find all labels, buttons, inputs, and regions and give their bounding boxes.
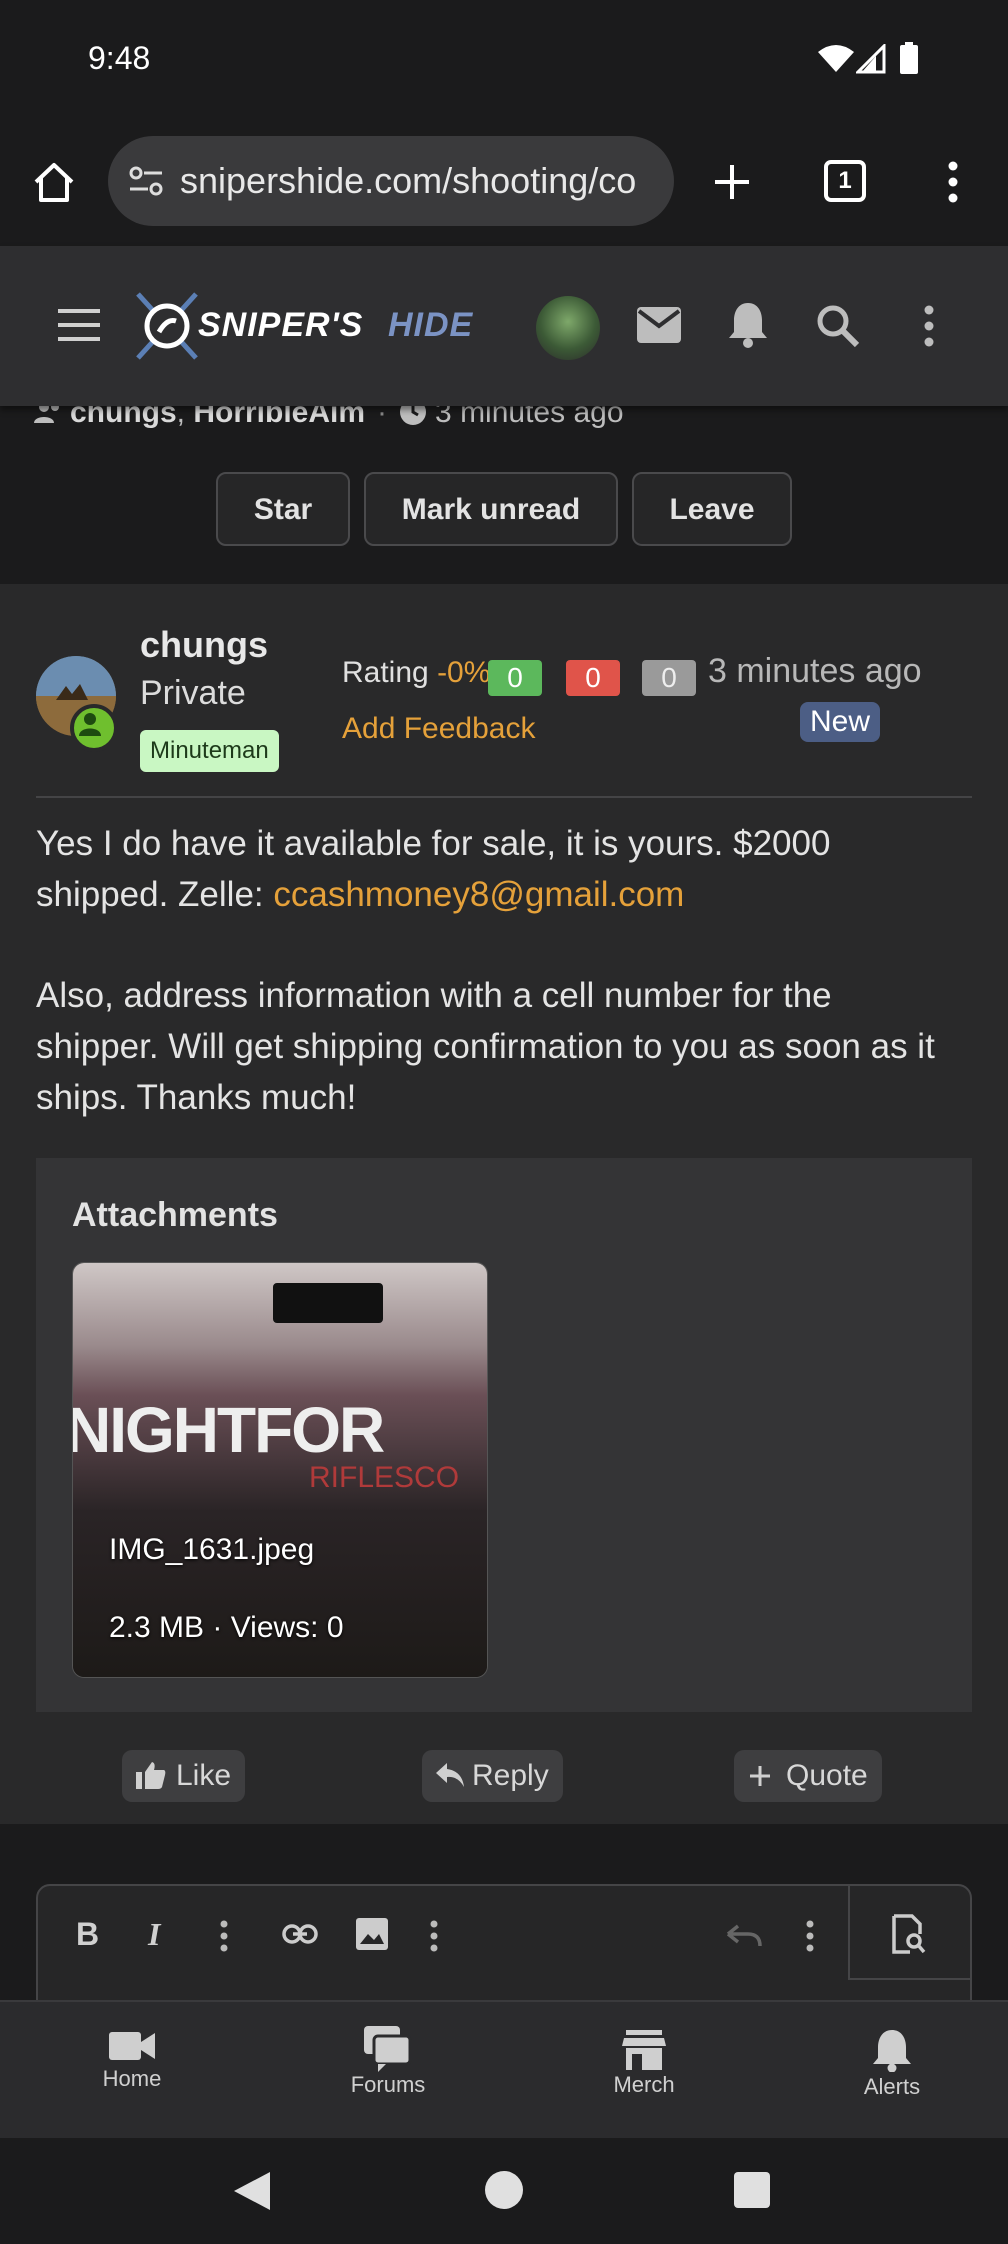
nav-merch[interactable]: Merch xyxy=(554,2002,734,2138)
thumbnail-brand-text: NIGHTFOR xyxy=(72,1394,385,1466)
hamburger-menu-icon[interactable] xyxy=(58,308,100,342)
leave-button[interactable]: Leave xyxy=(632,472,792,546)
new-badge: New xyxy=(800,702,881,742)
rating-negative: 0 xyxy=(566,660,620,696)
post-body-line: Also, address information with a cell nu… xyxy=(36,976,832,1015)
attachment-meta: 2.3 MB · Views: 0 xyxy=(109,1611,344,1644)
link-icon[interactable] xyxy=(282,1922,318,1946)
italic-icon[interactable]: I xyxy=(148,1916,160,1953)
recents-icon[interactable] xyxy=(734,2172,770,2208)
bold-icon[interactable]: B xyxy=(76,1916,99,1953)
image-icon[interactable] xyxy=(356,1918,388,1950)
new-tab-icon[interactable] xyxy=(712,162,752,202)
user-avatar[interactable] xyxy=(536,296,600,360)
rating-neutral: 0 xyxy=(642,660,696,696)
nav-forums-label: Forums xyxy=(350,2072,426,2097)
rating: Rating -0% xyxy=(342,656,490,690)
email-link[interactable]: ccashmoney8@gmail.com xyxy=(273,875,684,914)
url-text[interactable]: snipershide.com/shooting/co xyxy=(180,160,660,202)
reply-button[interactable]: Reply xyxy=(422,1750,563,1802)
status-time: 9:48 xyxy=(88,40,151,76)
like-button[interactable]: Like xyxy=(122,1750,246,1802)
mark-unread-button[interactable]: Mark unread xyxy=(364,472,618,546)
bottom-navigation: Home Forums Merch Alerts xyxy=(0,2000,1008,2138)
reply-editor[interactable]: B I xyxy=(36,1884,972,2014)
quote-label: Quote xyxy=(786,1759,868,1792)
undo-icon[interactable] xyxy=(726,1924,762,1948)
like-label: Like xyxy=(176,1759,232,1792)
nav-alerts[interactable]: Alerts xyxy=(802,2002,982,2138)
more-text-options-icon[interactable] xyxy=(220,1920,228,1952)
status-bar: 9:48 xyxy=(0,0,1008,122)
bell-icon[interactable] xyxy=(726,300,770,348)
post-body-line: shipped. Zelle: ccashmoney8@gmail.com xyxy=(36,875,685,914)
editor-toolbar-bottom-border xyxy=(848,1978,972,1980)
post-body-line: Yes I do have it available for sale, it … xyxy=(36,824,831,863)
home-circle-icon[interactable] xyxy=(484,2170,524,2210)
nav-alerts-label: Alerts xyxy=(863,2074,921,2099)
thumbnail-foam xyxy=(273,1283,383,1323)
attachment-filename[interactable]: IMG_1631.jpeg xyxy=(109,1533,314,1567)
post-body-paragraph-2: Also, address information with a cell nu… xyxy=(36,970,976,1123)
rating-value: -0% xyxy=(437,656,491,689)
reply-label: Reply xyxy=(472,1759,549,1792)
site-settings-icon[interactable] xyxy=(128,164,164,198)
browser-menu-icon[interactable] xyxy=(948,160,958,204)
post-author-name[interactable]: chungs xyxy=(140,624,268,666)
search-icon[interactable] xyxy=(816,304,860,348)
attachments-section: Attachments NIGHTFOR RIFLESCO IMG_1631.j… xyxy=(36,1158,972,1712)
nav-merch-label: Merch xyxy=(613,2072,675,2097)
more-options-icon[interactable] xyxy=(924,304,934,348)
nav-forums[interactable]: Forums xyxy=(298,2002,478,2138)
logo-text-snipers: SNIPER'S xyxy=(198,306,364,344)
crosshair-logo-icon xyxy=(132,288,202,364)
post-body-line: shipper. Will get shipping confirmation … xyxy=(36,1027,935,1066)
add-feedback-link[interactable]: Add Feedback xyxy=(342,712,535,746)
site-header: SNIPER'S HIDE xyxy=(0,246,1008,406)
more-editor-options-icon[interactable] xyxy=(806,1920,814,1952)
cell-signal-icon xyxy=(856,44,886,74)
home-icon[interactable] xyxy=(32,160,76,204)
editor-toolbar-divider xyxy=(848,1886,850,1980)
online-status-icon xyxy=(70,704,118,752)
rating-label: Rating xyxy=(342,656,429,689)
chat-bubbles-icon xyxy=(364,2026,412,2072)
nav-home-label: Home xyxy=(102,2066,162,2091)
back-icon[interactable] xyxy=(232,2170,272,2212)
logo-text-hide: HIDE xyxy=(388,306,474,344)
attachment-thumbnail[interactable]: NIGHTFOR RIFLESCO IMG_1631.jpeg 2.3 MB ·… xyxy=(72,1262,488,1678)
system-navigation-bar xyxy=(0,2136,1008,2244)
post-author-title: Private xyxy=(140,674,246,712)
plus-icon xyxy=(750,1766,770,1786)
post-divider xyxy=(36,796,972,798)
post-time[interactable]: 3 minutes ago xyxy=(708,652,922,691)
attachments-title: Attachments xyxy=(72,1196,278,1234)
nav-home[interactable]: Home xyxy=(42,2002,222,2138)
user-banner: Minuteman xyxy=(140,730,279,772)
battery-icon xyxy=(900,42,918,74)
thumbnail-brand-subtext: RIFLESCO xyxy=(309,1461,460,1494)
browser-toolbar: snipershide.com/shooting/co 1 xyxy=(0,122,1008,246)
preview-icon[interactable] xyxy=(892,1914,926,1954)
post-body-paragraph-1: Yes I do have it available for sale, it … xyxy=(36,818,976,920)
wifi-icon xyxy=(818,44,854,74)
site-logo[interactable]: SNIPER'S HIDE xyxy=(132,288,492,366)
mail-icon[interactable] xyxy=(636,306,682,344)
bell-icon xyxy=(873,2030,911,2072)
star-button[interactable]: Star xyxy=(216,472,350,546)
reply-arrow-icon xyxy=(436,1763,464,1787)
tab-switcher-button[interactable]: 1 xyxy=(824,160,866,202)
more-insert-options-icon[interactable] xyxy=(430,1920,438,1952)
quote-button[interactable]: Quote xyxy=(734,1750,882,1802)
rating-positive: 0 xyxy=(488,660,542,696)
post-body-line: ships. Thanks much! xyxy=(36,1078,357,1117)
address-bar[interactable]: snipershide.com/shooting/co xyxy=(108,136,674,226)
video-camera-icon xyxy=(109,2032,155,2060)
thumbs-up-icon xyxy=(136,1762,166,1789)
store-icon xyxy=(622,2030,666,2070)
